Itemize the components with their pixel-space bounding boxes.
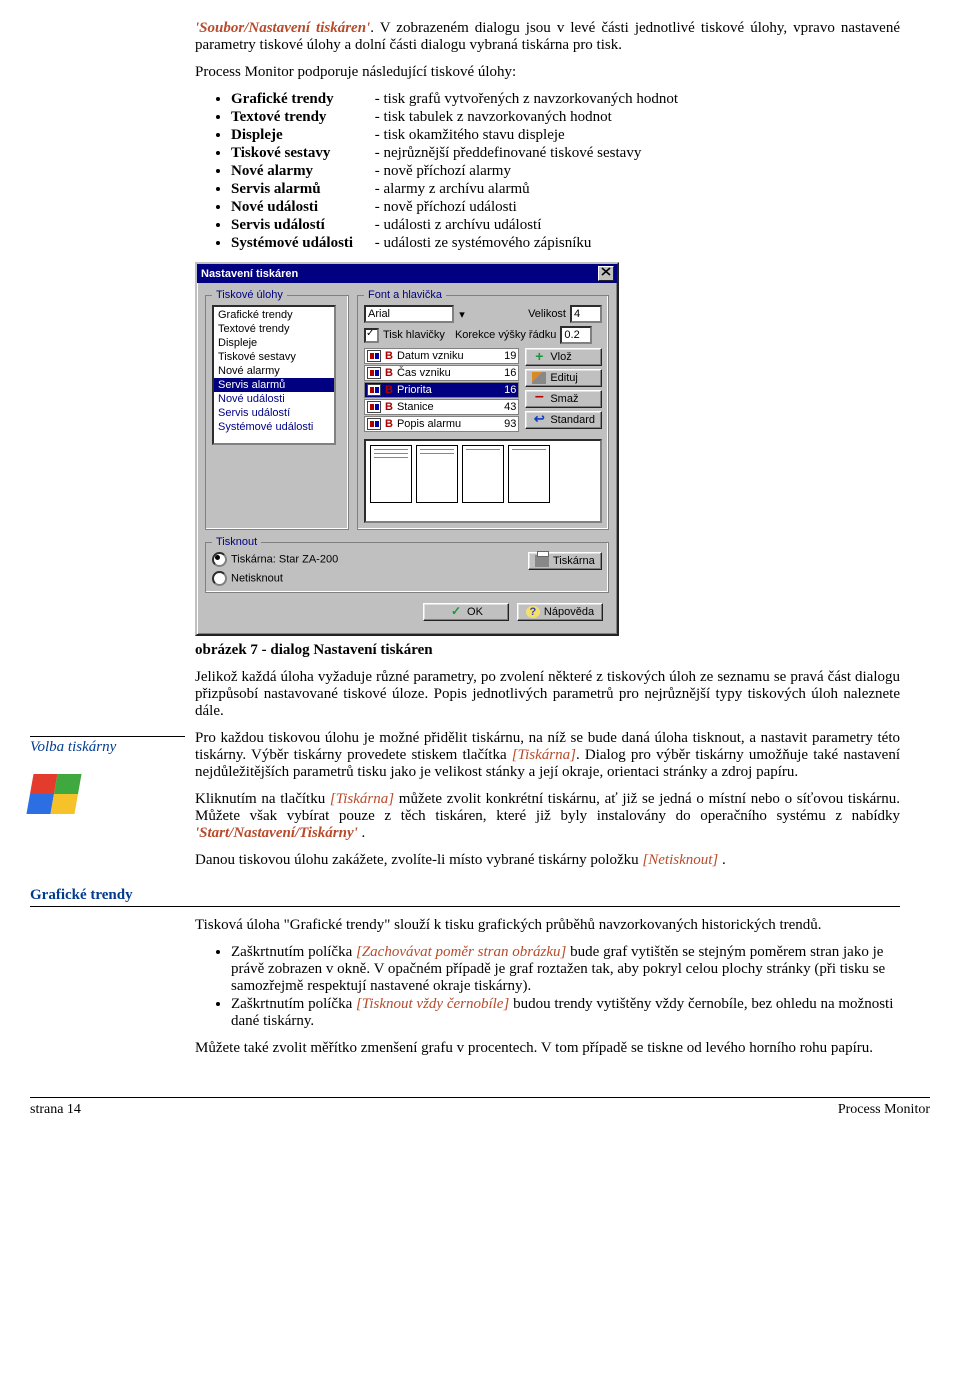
- arrow-icon: ↩: [532, 414, 546, 426]
- job-item: Displeje - tisk okamžitého stavu displej…: [231, 127, 900, 144]
- intro-lead: Process Monitor podporuje následující ti…: [195, 64, 900, 81]
- preview-pane: [364, 439, 602, 523]
- listbox-item[interactable]: Systémové události: [214, 420, 334, 434]
- printer-radio-label: Tiskárna: Star ZA-200: [231, 553, 338, 565]
- listbox-item[interactable]: Servis alarmů: [214, 378, 334, 392]
- job-item: Servis událostí - události z archívu udá…: [231, 217, 900, 234]
- listbox-item[interactable]: Tiskové sestavy: [214, 350, 334, 364]
- listbox-item[interactable]: Servis událostí: [214, 406, 334, 420]
- edit-button[interactable]: Edituj: [525, 369, 602, 387]
- header-checkbox[interactable]: [364, 328, 379, 343]
- noprint-radio[interactable]: [212, 571, 227, 586]
- group-font-legend: Font a hlavička: [364, 289, 446, 301]
- pencil-icon: [532, 372, 546, 384]
- job-item: Grafické trendy - tisk grafů vytvořených…: [231, 91, 900, 108]
- windows-icon: [30, 774, 185, 814]
- column-row[interactable]: BDatum vzniku19: [364, 348, 519, 364]
- dialog-title: Nastavení tiskáren: [201, 268, 298, 280]
- listbox-item[interactable]: Textové trendy: [214, 322, 334, 336]
- corr-input[interactable]: 0.2: [560, 326, 592, 344]
- header-check-label: Tisk hlavičky: [383, 329, 445, 341]
- printer-icon: [535, 555, 549, 567]
- group-jobs-legend: Tiskové úlohy: [212, 289, 287, 301]
- figure-caption: obrázek 7 - dialog Nastavení tiskáren: [195, 642, 900, 659]
- job-item: Textové trendy - tisk tabulek z navzorko…: [231, 109, 900, 126]
- printer-button[interactable]: Tiskárna: [528, 552, 602, 570]
- delete-button[interactable]: –Smaž: [525, 390, 602, 408]
- column-row[interactable]: BStanice43: [364, 399, 519, 415]
- graf-p2: Můžete také zvolit měřítko zmenšení graf…: [195, 1040, 900, 1057]
- group-print-legend: Tisknout: [212, 536, 261, 548]
- chevron-down-icon[interactable]: ▾: [458, 308, 466, 321]
- column-row[interactable]: BČas vzniku16: [364, 365, 519, 381]
- help-icon: ?: [526, 606, 540, 618]
- font-combo[interactable]: Arial: [364, 305, 454, 323]
- close-icon[interactable]: [598, 266, 614, 281]
- ok-button[interactable]: ✓OK: [423, 603, 509, 621]
- job-item: Nové alarmy - nově příchozí alarmy: [231, 163, 900, 180]
- size-input[interactable]: 4: [570, 305, 602, 323]
- footer-left: strana 14: [30, 1102, 81, 1118]
- listbox-item[interactable]: Nové události: [214, 392, 334, 406]
- listbox-item[interactable]: Grafické trendy: [214, 308, 334, 322]
- side-label-volba: Volba tiskárny: [30, 736, 185, 756]
- help-button[interactable]: ?Nápověda: [517, 603, 603, 621]
- page-footer: strana 14 Process Monitor: [30, 1097, 930, 1118]
- job-item: Servis alarmů - alarmy z archívu alarmů: [231, 181, 900, 198]
- corr-label: Korekce výšky řádku: [455, 329, 556, 341]
- graf-p1: Tisková úloha "Grafické trendy" slouží k…: [195, 917, 900, 934]
- columns-list[interactable]: BDatum vzniku19BČas vzniku16BPriorita16B…: [364, 348, 519, 433]
- job-item: Nové události - nově příchozí události: [231, 199, 900, 216]
- plus-icon: +: [532, 351, 546, 363]
- noprint-radio-label: Netisknout: [231, 572, 283, 584]
- graf-bullets: Zaškrtnutím políčka [Zachovávat poměr st…: [195, 944, 900, 1030]
- intro-paragraph: 'Soubor/Nastavení tiskáren'. V zobrazené…: [195, 20, 900, 54]
- check-icon: ✓: [449, 606, 463, 618]
- minus-icon: –: [532, 393, 546, 405]
- size-label: Velikost: [528, 308, 566, 320]
- volba-p1: Pro každou tiskovou úlohu je možné přidě…: [195, 730, 900, 781]
- footer-right: Process Monitor: [838, 1102, 930, 1118]
- job-item: Systémové události - události ze systémo…: [231, 235, 900, 252]
- volba-p3: Danou tiskovou úlohu zakážete, zvolíte-l…: [195, 852, 900, 869]
- section-heading-grafic: Grafické trendy: [30, 887, 900, 907]
- listbox-item[interactable]: Nové alarmy: [214, 364, 334, 378]
- after-figure-paragraph: Jelikož každá úloha vyžaduje různé param…: [195, 669, 900, 720]
- volba-p2: Kliknutím na tlačítku [Tiskárna] můžete …: [195, 791, 900, 842]
- listbox-item[interactable]: Displeje: [214, 336, 334, 350]
- dialog-titlebar: Nastavení tiskáren: [197, 264, 617, 283]
- column-row[interactable]: BPriorita16: [364, 382, 519, 398]
- insert-button[interactable]: +Vlož: [525, 348, 602, 366]
- job-item: Tiskové sestavy - nejrůznější předdefino…: [231, 145, 900, 162]
- jobs-list: Grafické trendy - tisk grafů vytvořených…: [195, 91, 900, 252]
- printer-radio[interactable]: [212, 552, 227, 567]
- column-row[interactable]: BPopis alarmu93: [364, 416, 519, 432]
- jobs-listbox[interactable]: Grafické trendyTextové trendyDisplejeTis…: [212, 305, 336, 445]
- standard-button[interactable]: ↩Standard: [525, 411, 602, 429]
- printer-settings-dialog: Nastavení tiskáren Tiskové úlohy Grafick…: [195, 262, 619, 636]
